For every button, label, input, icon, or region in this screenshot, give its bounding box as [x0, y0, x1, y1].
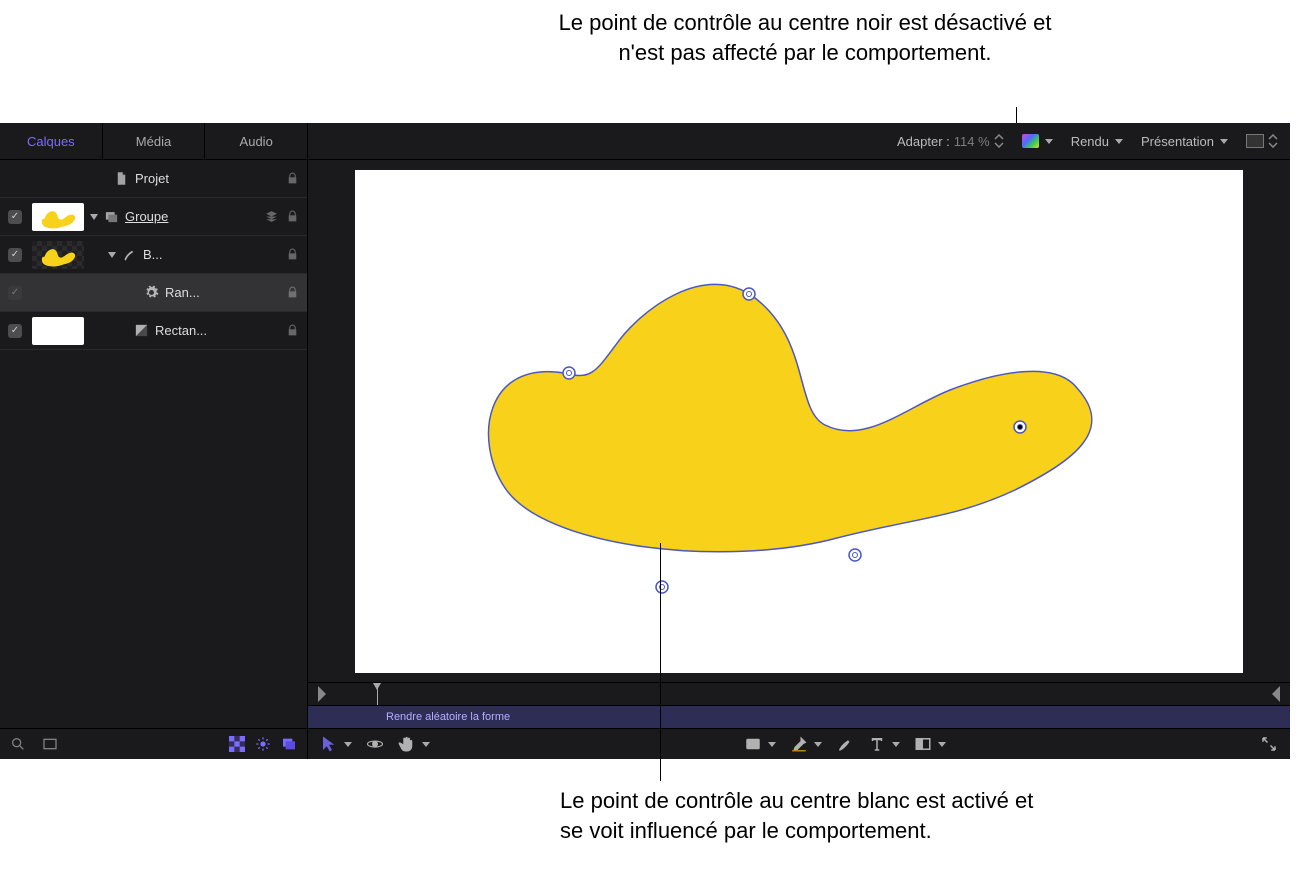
- behavior-track[interactable]: Rendre aléatoire la forme: [308, 705, 1290, 728]
- visibility-checkbox[interactable]: ✓: [8, 248, 22, 262]
- project-icon: [114, 171, 129, 186]
- sidebar: Calques Média Audio Projet ✓ Groupe: [0, 123, 308, 759]
- swatch-icon: [1246, 134, 1264, 148]
- checker-icon[interactable]: [229, 736, 245, 752]
- in-point-marker[interactable]: [318, 686, 326, 702]
- tab-layers[interactable]: Calques: [0, 123, 103, 159]
- lock-icon[interactable]: [286, 172, 299, 185]
- annotation-bottom: Le point de contrôle au centre blanc est…: [560, 786, 1040, 845]
- stepper-icon: [994, 134, 1004, 148]
- layer-row-shape[interactable]: ✓ B...: [0, 236, 307, 274]
- zoom-fit-control[interactable]: Adapter : 114 %: [897, 134, 1004, 149]
- view-label: Présentation: [1141, 134, 1214, 149]
- swatch-menu[interactable]: [1246, 134, 1278, 148]
- render-label: Rendu: [1071, 134, 1109, 149]
- visibility-checkbox[interactable]: ✓: [8, 210, 22, 224]
- thumbnail-group: [32, 203, 84, 231]
- thumbnail-shape: [32, 241, 84, 269]
- orbit-icon: [366, 735, 384, 753]
- gear-icon: [144, 285, 159, 300]
- fill-color-control[interactable]: [744, 735, 776, 753]
- annotation-top: Le point de contrôle au centre noir est …: [540, 8, 1070, 67]
- stack-icon[interactable]: [265, 210, 278, 223]
- panel-tabs: Calques Média Audio: [0, 123, 307, 160]
- tab-media[interactable]: Média: [103, 123, 206, 159]
- visibility-checkbox[interactable]: ✓: [8, 286, 22, 300]
- lock-icon[interactable]: [286, 248, 299, 261]
- gear-icon[interactable]: [255, 736, 271, 752]
- main-area: Adapter : 114 % Rendu Présentation: [308, 123, 1290, 759]
- layer-row-project[interactable]: Projet: [0, 160, 307, 198]
- layer-row-group[interactable]: ✓ Groupe: [0, 198, 307, 236]
- expand-icon[interactable]: [1260, 735, 1278, 753]
- control-point-active-center: [853, 552, 858, 557]
- tab-audio[interactable]: Audio: [205, 123, 307, 159]
- pen-nib-icon: [790, 735, 808, 753]
- view-menu[interactable]: Présentation: [1141, 134, 1228, 149]
- lock-icon[interactable]: [286, 324, 299, 337]
- layer-row-rect[interactable]: ✓ Rectan...: [0, 312, 307, 350]
- control-point-active-center: [747, 291, 752, 296]
- brush-tool[interactable]: [836, 735, 854, 753]
- rect-label: Rectan...: [155, 323, 280, 338]
- brush-icon: [122, 247, 137, 262]
- brush-icon: [836, 735, 854, 753]
- canvas-toolbar: [308, 728, 1290, 759]
- visibility-checkbox[interactable]: ✓: [8, 324, 22, 338]
- mask-rect-icon: [914, 735, 932, 753]
- viewer-toolbar: Adapter : 114 % Rendu Présentation: [308, 123, 1290, 160]
- arrow-icon: [320, 735, 338, 753]
- text-tool[interactable]: [868, 735, 900, 753]
- group-label: Groupe: [125, 209, 259, 224]
- rainbow-icon: [1022, 134, 1039, 148]
- fill-icon: [744, 735, 762, 753]
- lock-icon[interactable]: [286, 286, 299, 299]
- zoom-value: 114 %: [954, 134, 990, 149]
- 3d-transform-tool[interactable]: [366, 735, 384, 753]
- lock-icon[interactable]: [286, 210, 299, 223]
- stack-icon[interactable]: [281, 736, 297, 752]
- sidebar-footer: [0, 728, 307, 759]
- text-icon: [868, 735, 886, 753]
- track-label: Rendre aléatoire la forme: [386, 711, 510, 723]
- canvas-wrap: [308, 160, 1290, 682]
- disclosure-triangle[interactable]: [108, 252, 116, 258]
- behavior-label: Ran...: [165, 285, 280, 300]
- search-icon[interactable]: [10, 736, 26, 752]
- selection-tool[interactable]: [320, 735, 352, 753]
- color-channel-menu[interactable]: [1022, 134, 1053, 148]
- mask-tool[interactable]: [914, 735, 946, 753]
- mini-timeline[interactable]: [308, 682, 1290, 705]
- control-point-disabled-center: [1018, 424, 1023, 429]
- stroke-color-control[interactable]: [790, 735, 822, 753]
- control-point-active-center: [567, 370, 572, 375]
- disclosure-triangle[interactable]: [90, 214, 98, 220]
- callout-line-bottom: [660, 543, 661, 781]
- mask-icon: [134, 323, 149, 338]
- thumbnail-rect: [32, 317, 84, 345]
- group-icon: [104, 209, 119, 224]
- project-label: Projet: [135, 171, 280, 186]
- render-menu[interactable]: Rendu: [1071, 134, 1123, 149]
- stepper-icon: [1268, 134, 1278, 148]
- layer-row-behavior[interactable]: ✓ Ran...: [0, 274, 307, 312]
- frame-icon[interactable]: [42, 736, 58, 752]
- out-point-marker[interactable]: [1272, 686, 1280, 702]
- shape-label: B...: [143, 247, 280, 262]
- canvas[interactable]: [355, 170, 1243, 673]
- hand-tool[interactable]: [398, 735, 430, 753]
- playhead[interactable]: [377, 683, 378, 705]
- hand-icon: [398, 735, 416, 753]
- fit-label: Adapter :: [897, 134, 950, 149]
- app-window: Calques Média Audio Projet ✓ Groupe: [0, 123, 1290, 759]
- bezier-shape[interactable]: [355, 170, 1243, 673]
